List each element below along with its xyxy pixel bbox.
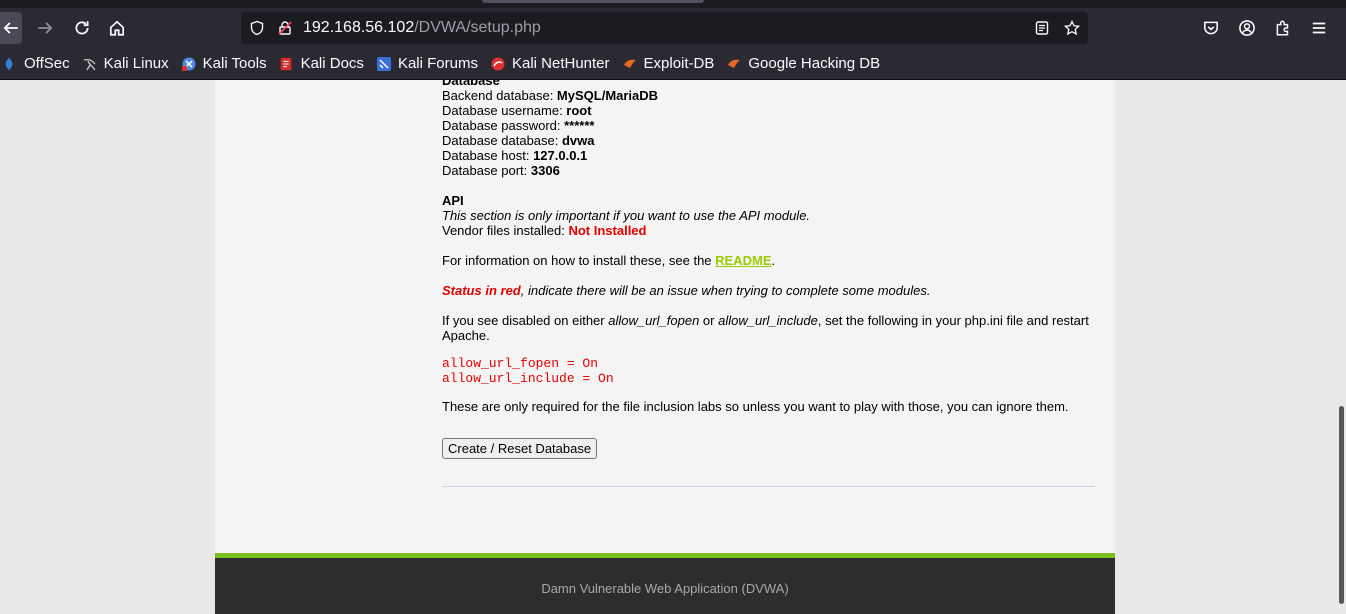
- database-name-row: Database database: dvwa: [442, 133, 595, 148]
- api-note: This section is only important if you wa…: [442, 208, 811, 223]
- arrow-right-icon: [38, 22, 53, 34]
- code-line-fopen: allow_url_fopen = On: [442, 356, 599, 371]
- shield-icon[interactable]: [249, 20, 265, 36]
- bookmarks-toolbar: OffSec Kali Linux Kali Tools Kali Docs K…: [0, 48, 1346, 80]
- database-password-row: Database password: ******: [442, 118, 595, 133]
- bookmark-label: Kali Forums: [397, 55, 478, 72]
- pocket-button[interactable]: [1195, 12, 1227, 44]
- menu-button[interactable]: [1303, 12, 1335, 44]
- bookmark-label: Kali NetHunter: [511, 55, 610, 72]
- backend-database-row: Backend database: MySQL/MariaDB: [442, 88, 659, 103]
- pocket-icon: [1204, 21, 1218, 35]
- exploit-db-icon: [622, 56, 638, 72]
- reload-icon: [75, 21, 89, 35]
- divider: [442, 486, 1095, 487]
- bookmark-google-hacking-db[interactable]: Google Hacking DB: [726, 55, 880, 72]
- home-button[interactable]: [101, 12, 133, 44]
- bookmark-kali-tools[interactable]: Kali Tools: [181, 55, 267, 72]
- bookmark-label: Kali Tools: [202, 55, 267, 72]
- ghdb-icon: [726, 56, 742, 72]
- bookmark-exploit-db[interactable]: Exploit-DB: [622, 55, 715, 72]
- footer: Damn Vulnerable Web Application (DVWA): [215, 558, 1115, 614]
- kali-tools-icon: [181, 56, 197, 72]
- kali-docs-icon: [279, 56, 295, 72]
- arrow-left-icon: [3, 22, 18, 34]
- reader-view-icon[interactable]: [1034, 20, 1050, 41]
- home-icon: [109, 20, 125, 36]
- bookmark-label: OffSec: [24, 55, 70, 72]
- footer-text: Damn Vulnerable Web Application (DVWA): [541, 581, 789, 596]
- insecure-lock-icon[interactable]: [277, 20, 293, 36]
- code-line-include: allow_url_include = On: [442, 371, 614, 386]
- database-heading: Database: [442, 80, 500, 88]
- readme-link[interactable]: README: [715, 253, 771, 268]
- page-viewport: Database Backend database: MySQL/MariaDB…: [0, 80, 1338, 614]
- url-host: 192.168.56.102: [303, 19, 415, 36]
- vendor-files-row: Vendor files installed: Not Installed: [442, 223, 647, 238]
- page-scrollbar[interactable]: [1338, 80, 1346, 614]
- install-info: For information on how to install these,…: [442, 253, 776, 268]
- database-port-row: Database port: 3306: [442, 163, 560, 178]
- bookmark-label: Kali Linux: [103, 55, 169, 72]
- reload-button[interactable]: [66, 12, 98, 44]
- database-username-row: Database username: root: [442, 103, 592, 118]
- bookmark-star-icon[interactable]: [1063, 19, 1081, 41]
- vendor-status: Not Installed: [568, 223, 647, 238]
- dvwa-container: Database Backend database: MySQL/MariaDB…: [215, 80, 1115, 614]
- url-path: /DVWA/setup.php: [414, 19, 541, 36]
- account-icon: [1239, 20, 1255, 36]
- puzzle-icon: [1276, 20, 1289, 36]
- inclusion-note: These are only required for the file inc…: [442, 399, 1069, 414]
- bookmark-label: Kali Docs: [300, 55, 364, 72]
- bookmark-kali-forums[interactable]: Kali Forums: [376, 55, 478, 72]
- bookmark-kali-docs[interactable]: Kali Docs: [279, 55, 364, 72]
- forward-button[interactable]: [29, 12, 61, 44]
- bookmark-offsec[interactable]: OffSec: [2, 55, 70, 72]
- url-bar[interactable]: 192.168.56.102/DVWA/setup.php: [241, 12, 1088, 44]
- account-button[interactable]: [1231, 12, 1263, 44]
- bookmark-kali-nethunter[interactable]: Kali NetHunter: [490, 55, 610, 72]
- setup-content: Database Backend database: MySQL/MariaDB…: [442, 80, 1095, 459]
- bookmark-label: Exploit-DB: [643, 55, 715, 72]
- nethunter-icon: [490, 56, 506, 72]
- bookmark-label: Google Hacking DB: [748, 55, 881, 72]
- extensions-button[interactable]: [1267, 12, 1299, 44]
- hamburger-menu-icon: [1312, 22, 1326, 34]
- status-note: Status in red, indicate there will be an…: [442, 283, 931, 298]
- back-button[interactable]: [0, 12, 22, 44]
- tab-indicator: [482, 0, 704, 3]
- tab-strip: [0, 0, 1346, 8]
- disabled-note: If you see disabled on either allow_url_…: [442, 313, 1089, 343]
- api-heading: API: [442, 193, 464, 208]
- url-text[interactable]: 192.168.56.102/DVWA/setup.php: [303, 19, 541, 37]
- kali-forums-icon: [376, 56, 392, 72]
- browser-toolbar: 192.168.56.102/DVWA/setup.php: [0, 8, 1346, 48]
- offsec-icon: [2, 56, 18, 72]
- scrollbar-thumb[interactable]: [1339, 406, 1344, 604]
- create-reset-database-button[interactable]: Create / Reset Database: [442, 438, 598, 459]
- kali-dragon-icon: [82, 56, 98, 72]
- database-host-row: Database host: 127.0.0.1: [442, 148, 588, 163]
- bookmark-kali-linux[interactable]: Kali Linux: [82, 55, 169, 72]
